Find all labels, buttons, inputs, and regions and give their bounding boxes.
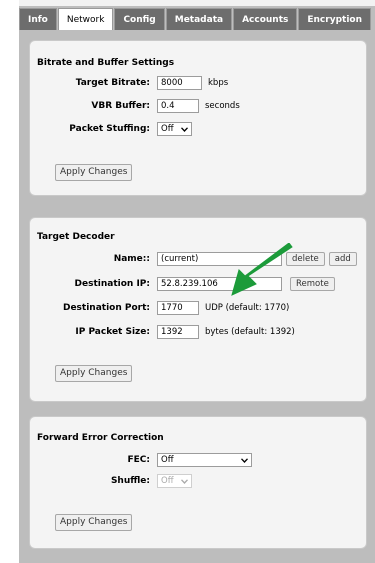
panel-title: Bitrate and Buffer Settings	[37, 58, 175, 68]
apply-changes-button[interactable]: Apply Changes	[55, 365, 133, 382]
top-strip	[19, 0, 375, 6]
page-frame: Info Network Config Metadata Accounts En…	[19, 0, 375, 563]
arrow-icon	[231, 243, 293, 296]
add-button[interactable]: add	[328, 252, 357, 266]
chevron-down-icon	[241, 457, 248, 463]
tab-metadata[interactable]: Metadata	[165, 8, 233, 30]
tab-bar: Info Network Config Metadata Accounts En…	[19, 8, 375, 30]
destination-port-input[interactable]	[157, 301, 199, 315]
shuffle-value: Off	[161, 476, 174, 486]
target-decoder-panel: Target Decoder Name:: (current) delete a…	[29, 217, 367, 402]
fec-label: FEC:	[127, 455, 151, 465]
destination-ip-label: Destination IP:	[74, 279, 150, 289]
target-bitrate-input[interactable]	[157, 76, 202, 90]
panel-title: Forward Error Correction	[37, 433, 164, 443]
destination-port-note: UDP (default: 1770)	[205, 303, 290, 313]
chevron-down-icon	[181, 478, 188, 484]
vbr-buffer-unit: seconds	[205, 101, 240, 111]
shuffle-select: Off	[157, 474, 192, 488]
packet-stuffing-select[interactable]: Off	[157, 122, 192, 136]
ip-packet-size-input[interactable]	[157, 325, 199, 339]
decoder-name-label: Name::	[113, 254, 150, 264]
chevron-down-icon	[181, 126, 188, 132]
apply-changes-button[interactable]: Apply Changes	[55, 514, 133, 531]
ip-packet-size-note: bytes (default: 1392)	[205, 327, 295, 337]
packet-stuffing-value: Off	[161, 124, 174, 134]
tab-network[interactable]: Network	[57, 8, 114, 30]
fec-value: Off	[161, 455, 174, 465]
vbr-buffer-input[interactable]	[157, 99, 199, 113]
bitrate-panel: Bitrate and Buffer Settings Target Bitra…	[29, 40, 367, 196]
vbr-buffer-label: VBR Buffer:	[91, 101, 150, 111]
fec-panel: Forward Error Correction FEC: Off Shuffl…	[29, 416, 367, 549]
target-bitrate-label: Target Bitrate:	[75, 78, 150, 88]
destination-port-label: Destination Port:	[62, 303, 150, 313]
tab-info[interactable]: Info	[19, 8, 57, 30]
ip-packet-size-label: IP Packet Size:	[75, 327, 150, 337]
packet-stuffing-label: Packet Stuffing:	[69, 124, 150, 134]
shuffle-label: Shuffle:	[110, 476, 150, 486]
apply-changes-button[interactable]: Apply Changes	[55, 164, 133, 181]
fec-select[interactable]: Off	[157, 453, 252, 467]
tab-accounts[interactable]: Accounts	[233, 8, 298, 30]
panel-title: Target Decoder	[37, 232, 115, 242]
target-bitrate-unit: kbps	[208, 78, 229, 88]
tab-config[interactable]: Config	[114, 8, 165, 30]
decoder-name-value: (current)	[161, 254, 199, 264]
tab-encryption[interactable]: Encryption	[298, 8, 371, 30]
